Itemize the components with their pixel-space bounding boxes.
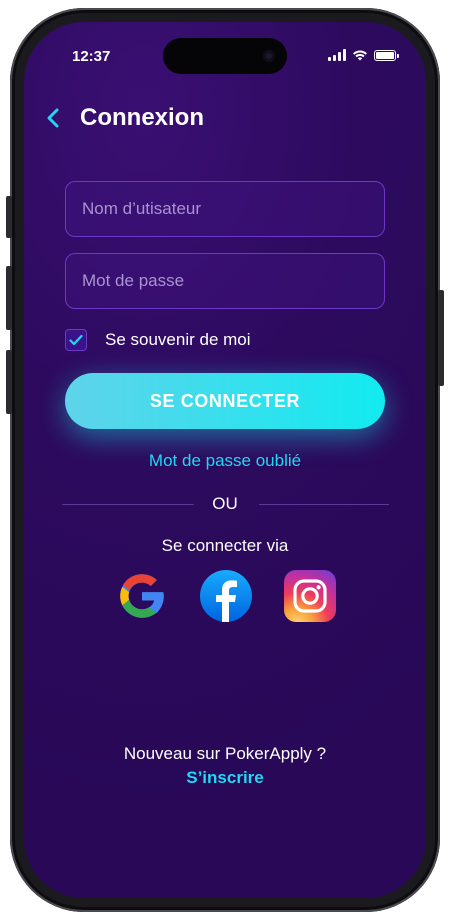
checkmark-icon [69,334,83,346]
social-login-prompt: Se connecter via [161,536,289,555]
divider-right [259,504,389,505]
social-login-row [116,570,336,622]
facebook-icon [200,570,252,622]
username-input[interactable] [65,181,385,237]
status-icons [328,49,399,61]
status-time: 12:37 [72,48,111,65]
back-chevron-icon[interactable] [42,106,66,130]
google-login-button[interactable] [116,570,168,622]
google-icon [120,574,164,618]
page-title: Connexion [80,104,204,131]
facebook-login-button[interactable] [200,570,252,622]
login-button[interactable]: SE CONNECTER [65,373,385,429]
power-button [438,290,444,386]
wifi-icon [353,50,367,61]
remember-me-row[interactable]: Se souvenir de moi [65,329,251,351]
battery-icon [374,49,399,61]
front-camera [263,50,275,62]
cellular-signal-icon [328,49,346,61]
volume-down-button [6,350,12,414]
instagram-login-button[interactable] [284,570,336,622]
instagram-icon [284,570,336,622]
action-button [6,196,12,238]
dynamic-island [163,38,287,74]
signup-link[interactable]: S’inscrire [24,768,426,788]
new-user-prompt: Nouveau sur PokerApply ? [123,744,327,763]
password-input[interactable] [65,253,385,309]
screen: 12:37 Connexion Se souvenir de moi SE CO… [24,22,426,898]
remember-me-label: Se souvenir de moi [105,330,251,349]
volume-up-button [6,266,12,330]
forgot-password-link[interactable]: Mot de passe oublié [24,451,426,471]
remember-me-checkbox[interactable] [65,329,87,351]
